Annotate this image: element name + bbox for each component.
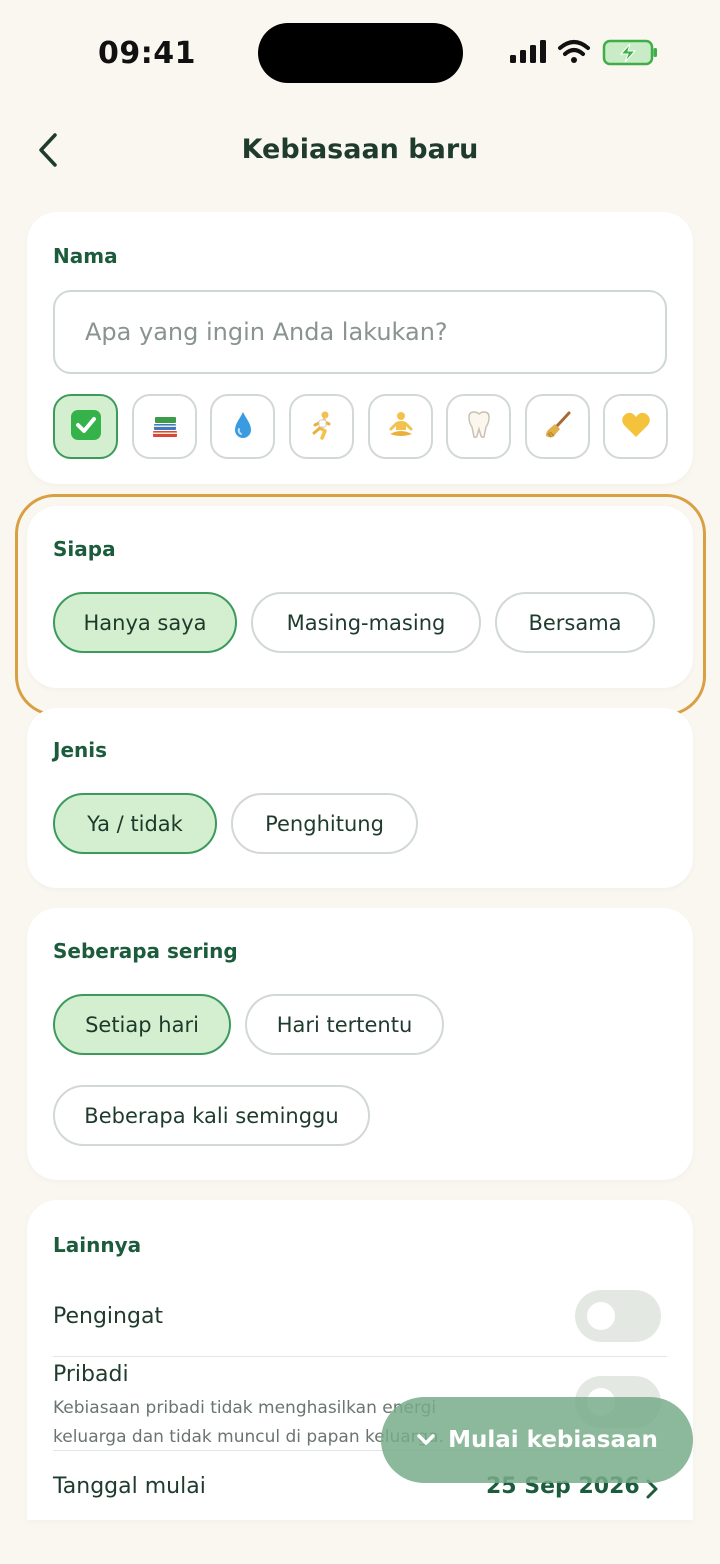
chevron-down-icon: [417, 1434, 435, 1445]
icon-option-broom[interactable]: [525, 394, 590, 459]
start-habit-label: Mulai kebiasaan: [448, 1427, 658, 1453]
wifi-icon: [558, 40, 590, 63]
start-date-label: Tanggal mulai: [53, 1474, 206, 1499]
who-option-only-me[interactable]: Hanya saya: [53, 592, 237, 653]
type-card: Jenis Ya / tidak Penghitung: [27, 708, 693, 888]
books-icon: [149, 409, 181, 445]
type-option-yes-no[interactable]: Ya / tidak: [53, 793, 217, 854]
battery-charging-icon: [602, 39, 657, 66]
checkmark-icon: [70, 409, 102, 445]
divider: [53, 1356, 667, 1357]
page-title: Kebiasaan baru: [241, 134, 479, 165]
heart-icon: [620, 409, 652, 445]
frequency-option-specific-days[interactable]: Hari tertentu: [245, 994, 444, 1055]
frequency-option-daily[interactable]: Setiap hari: [53, 994, 231, 1055]
meditation-icon: [385, 409, 417, 445]
toggle-knob: [587, 1302, 615, 1330]
nav-header: Kebiasaan baru: [0, 110, 720, 190]
reminder-label: Pengingat: [53, 1304, 164, 1329]
frequency-option-times-per-week[interactable]: Beberapa kali seminggu: [53, 1085, 370, 1146]
icon-option-runner[interactable]: [289, 394, 354, 459]
icon-picker: [53, 394, 669, 460]
droplet-icon: [227, 409, 259, 445]
icon-option-checkmark[interactable]: [53, 394, 118, 459]
broom-icon: [542, 409, 574, 445]
status-icons: [508, 36, 658, 68]
icon-option-droplet[interactable]: [210, 394, 275, 459]
name-label: Nama: [53, 244, 118, 268]
runner-icon: [306, 409, 338, 445]
private-label: Pribadi: [53, 1362, 129, 1387]
frequency-card: Seberapa sering Setiap hari Hari tertent…: [27, 908, 693, 1180]
dynamic-island: [258, 23, 463, 83]
who-option-each[interactable]: Masing-masing: [251, 592, 481, 653]
tooth-icon: [463, 409, 495, 445]
icon-option-books[interactable]: [132, 394, 197, 459]
status-time: 09:41: [98, 36, 196, 71]
name-card: Nama: [27, 212, 693, 484]
status-bar: 09:41: [0, 0, 720, 110]
reminder-toggle[interactable]: [575, 1290, 661, 1342]
who-card: Siapa Hanya saya Masing-masing Bersama: [27, 506, 693, 688]
icon-option-meditation[interactable]: [368, 394, 433, 459]
frequency-label: Seberapa sering: [53, 939, 238, 963]
icon-option-tooth[interactable]: [446, 394, 511, 459]
who-option-together[interactable]: Bersama: [495, 592, 655, 653]
cellular-signal-icon: [510, 40, 546, 63]
start-habit-button[interactable]: Mulai kebiasaan: [381, 1397, 693, 1483]
type-label: Jenis: [53, 738, 108, 762]
icon-option-heart[interactable]: [603, 394, 668, 459]
other-label: Lainnya: [53, 1233, 142, 1257]
type-option-counter[interactable]: Penghitung: [231, 793, 418, 854]
who-label: Siapa: [53, 537, 116, 561]
habit-name-input[interactable]: [53, 290, 667, 374]
